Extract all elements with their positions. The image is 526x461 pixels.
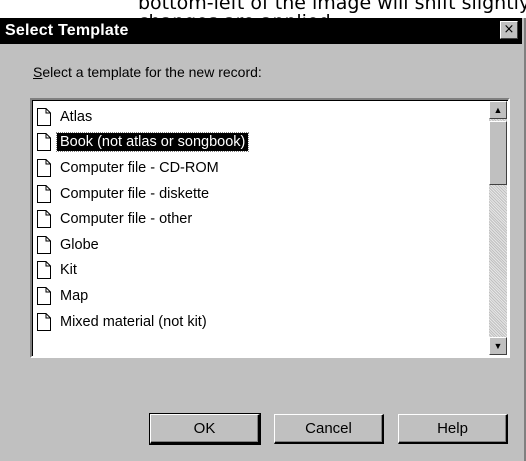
template-list-item-label: Book (not atlas or songbook) [55, 132, 250, 153]
document-icon [37, 210, 51, 229]
select-template-dialog: Select Template × Select a template for … [0, 18, 526, 461]
caption-text: bottom-left of the image will shift slig… [138, 0, 526, 18]
prompt-text: elect a template for the new record: [42, 64, 262, 80]
document-icon [37, 235, 51, 254]
cropped-caption: bottom-left of the image will shift slig… [0, 0, 526, 18]
template-list-item[interactable]: Kit [37, 258, 485, 284]
document-icon [37, 312, 51, 331]
prompt-label: Select a template for the new record: [33, 64, 262, 80]
template-list-item[interactable]: Book (not atlas or songbook) [37, 130, 485, 156]
template-list-item-label: Globe [60, 236, 99, 253]
close-button[interactable]: × [500, 21, 518, 39]
template-list-item-label: Mixed material (not kit) [60, 313, 207, 330]
document-icon [37, 261, 51, 280]
template-list-item[interactable]: Computer file - other [37, 206, 485, 232]
arrow-up-icon: ▲ [493, 105, 503, 115]
template-list-item-label: Computer file - other [60, 211, 193, 228]
title-bar[interactable]: Select Template × [0, 18, 522, 44]
scroll-down-button[interactable]: ▼ [489, 337, 507, 355]
prompt-mnemonic: S [33, 64, 43, 80]
ok-button[interactable]: OK [149, 413, 261, 445]
template-list-item[interactable]: Globe [37, 232, 485, 258]
document-icon [37, 158, 51, 177]
template-list-item[interactable]: Computer file - CD-ROM [37, 155, 485, 181]
cancel-button[interactable]: Cancel [274, 414, 384, 444]
document-icon [37, 107, 51, 126]
close-icon: × [503, 22, 515, 37]
help-button[interactable]: Help [398, 414, 508, 444]
document-icon [37, 133, 51, 152]
template-list-item[interactable]: Atlas [37, 104, 485, 130]
arrow-down-icon: ▼ [493, 341, 503, 351]
template-list-item-label: Computer file - CD-ROM [60, 159, 219, 176]
template-list-item[interactable]: Mixed material (not kit) [37, 309, 485, 335]
template-list-item-label: Map [60, 287, 89, 304]
dialog-title: Select Template [5, 22, 129, 39]
template-list-item-label: Computer file - diskette [60, 185, 210, 202]
vertical-scrollbar[interactable]: ▲ ▼ [489, 101, 507, 355]
template-list-item-label: Atlas [60, 108, 93, 125]
template-list-item[interactable]: Computer file - diskette [37, 181, 485, 207]
template-list-item-label: Kit [60, 262, 77, 279]
template-list: Atlas Book (not atlas or songbook) Compute… [37, 104, 485, 334]
scrollbar-thumb[interactable] [489, 121, 507, 185]
scroll-up-button[interactable]: ▲ [489, 101, 507, 119]
document-icon [37, 286, 51, 305]
template-listbox[interactable]: Atlas Book (not atlas or songbook) Compute… [30, 98, 510, 358]
document-icon [37, 184, 51, 203]
template-list-item[interactable]: Map [37, 283, 485, 309]
